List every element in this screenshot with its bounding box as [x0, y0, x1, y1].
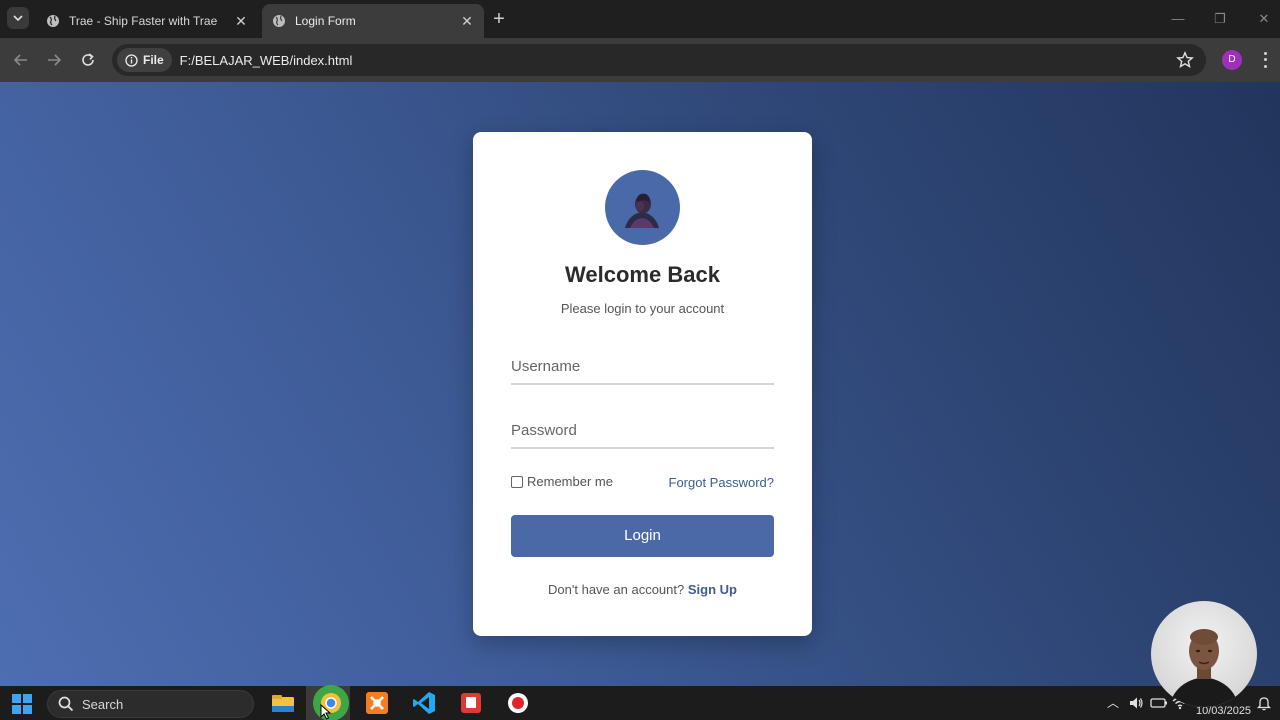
webcam-person-image: [1169, 629, 1239, 707]
taskbar-search[interactable]: Search: [47, 690, 254, 718]
battery-icon[interactable]: [1150, 694, 1168, 712]
tab-trae[interactable]: Trae - Ship Faster with Trae ✕: [36, 4, 258, 38]
tab-search-button[interactable]: [7, 7, 29, 29]
bookmark-star-icon[interactable]: [1176, 51, 1194, 69]
notification-bell-icon[interactable]: [1256, 694, 1272, 712]
remember-me-label: Remember me: [527, 474, 613, 489]
back-button[interactable]: [10, 49, 32, 71]
site-info-chip[interactable]: File: [117, 48, 172, 72]
profile-avatar[interactable]: D: [1222, 50, 1242, 70]
chrome-taskbar-slot: [306, 685, 350, 720]
username-field-wrapper: [511, 349, 774, 385]
site-chip-label: File: [143, 53, 164, 67]
restore-button[interactable]: ❐: [1210, 9, 1230, 29]
tab-title: Login Form: [295, 14, 356, 28]
forward-button[interactable]: [43, 49, 65, 71]
close-tab-icon[interactable]: ✕: [460, 13, 474, 29]
address-bar[interactable]: File F:/BELAJAR_WEB/index.html: [112, 44, 1206, 76]
reload-button[interactable]: [77, 49, 99, 71]
file-explorer-icon[interactable]: [271, 691, 295, 715]
red-app-icon[interactable]: [459, 691, 483, 715]
vscode-icon[interactable]: [412, 691, 436, 715]
username-input[interactable]: [511, 349, 774, 383]
browser-tab-bar: Trae - Ship Faster with Trae ✕ Login For…: [0, 0, 1280, 38]
new-tab-button[interactable]: +: [488, 8, 510, 30]
globe-icon: [47, 15, 59, 27]
arrow-left-icon: [13, 54, 27, 66]
forgot-password-link[interactable]: Forgot Password?: [669, 475, 775, 490]
search-icon: [58, 696, 74, 712]
arrow-right-icon: [48, 54, 62, 66]
volume-icon[interactable]: [1128, 694, 1144, 712]
windows-taskbar: Search ︿ 10/03/2025: [0, 685, 1280, 720]
remember-me[interactable]: Remember me: [511, 474, 613, 489]
close-tab-icon[interactable]: ✕: [234, 13, 248, 29]
browser-menu-button[interactable]: [1256, 50, 1274, 70]
page-viewport: Welcome Back Please login to your accoun…: [0, 82, 1280, 686]
signup-link[interactable]: Sign Up: [688, 582, 737, 597]
xampp-icon[interactable]: [365, 691, 389, 715]
minimize-button[interactable]: —: [1168, 9, 1188, 29]
login-title: Welcome Back: [565, 262, 720, 287]
browser-toolbar: File F:/BELAJAR_WEB/index.html D: [0, 38, 1280, 82]
tab-login-form[interactable]: Login Form ✕: [262, 4, 484, 38]
reload-icon: [82, 53, 94, 66]
mouse-cursor-icon: [320, 704, 332, 720]
user-avatar-icon: [605, 170, 680, 245]
login-button[interactable]: Login: [511, 515, 774, 557]
screen-recorder-icon[interactable]: [506, 691, 530, 715]
chevron-down-icon: [13, 15, 23, 22]
tab-title: Trae - Ship Faster with Trae: [69, 14, 218, 28]
url-text: F:/BELAJAR_WEB/index.html: [179, 52, 353, 68]
globe-icon: [273, 15, 285, 27]
taskbar-search-label: Search: [82, 696, 124, 712]
remember-me-checkbox[interactable]: [511, 475, 523, 488]
tray-overflow-chevron-icon[interactable]: ︿: [1107, 694, 1119, 712]
close-window-button[interactable]: ✕: [1254, 9, 1274, 29]
login-card: Welcome Back Please login to your accoun…: [473, 132, 812, 636]
password-field-wrapper: [511, 413, 774, 449]
signup-prompt: Don't have an account?: [548, 582, 685, 597]
signup-row: Don't have an account? Sign Up: [473, 582, 812, 597]
info-icon: [125, 53, 138, 67]
login-subtitle: Please login to your account: [560, 301, 725, 316]
webcam-overlay: [1151, 601, 1257, 707]
start-button[interactable]: [12, 694, 32, 714]
password-input[interactable]: [511, 413, 774, 447]
